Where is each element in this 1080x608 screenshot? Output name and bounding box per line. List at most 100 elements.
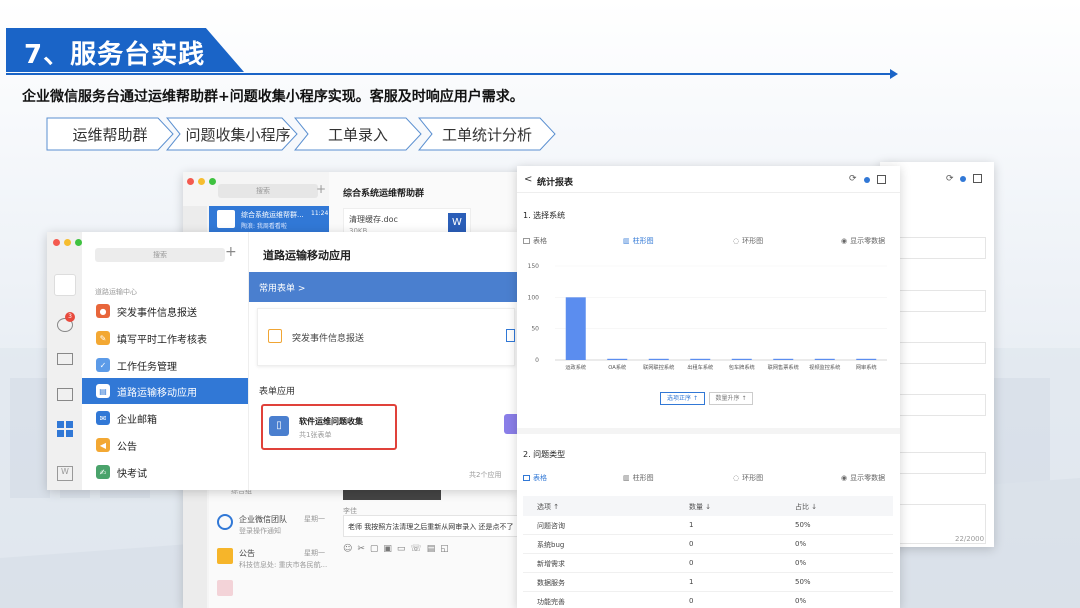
common-forms-link[interactable]: 常用表单 > <box>259 281 305 294</box>
menu-item-label: 企业邮箱 <box>117 414 157 426</box>
tab-bar-chart-2[interactable]: ▥ 柱形图 <box>623 473 654 483</box>
x-tick-label: 联网联控系统 <box>643 363 674 371</box>
chat-toolbar-icons[interactable]: ☺✂▢▣▭☏▤◱ <box>343 544 454 554</box>
list-item-preview: 科技信息处: 重庆市各民航... <box>239 561 328 569</box>
tab-table-1[interactable]: 表格 <box>523 236 547 246</box>
col-percent[interactable]: 占比 ↓ <box>795 502 817 512</box>
tab-show-zero-1[interactable]: ◉ 显示零数据 <box>841 236 885 246</box>
bar <box>856 358 877 360</box>
qr-icon[interactable] <box>973 174 982 183</box>
chat-list-lower: 综合组 企业微信团队 登录操作通知 星期一 公告 科技信息处: 重庆市各民航..… <box>209 484 329 608</box>
report-title: 统计报表 <box>537 178 574 188</box>
app-search-box[interactable]: 搜索 <box>95 248 225 262</box>
form-card[interactable]: 突发事件信息报送 <box>257 308 515 366</box>
app-search-placeholder: 搜索 <box>153 251 167 259</box>
col-option[interactable]: 选项 ↑ <box>537 502 559 512</box>
list-item-name: 企业微信团队 <box>239 515 287 524</box>
chat-search-placeholder: 搜索 <box>256 187 270 195</box>
step-1: 运维帮助群 <box>46 117 174 151</box>
add-plus-icon[interactable]: + <box>225 244 237 260</box>
x-tick-label: OA系统 <box>608 363 626 371</box>
app-header-band: 常用表单 > <box>249 272 518 302</box>
file-name: 清理缓存.doc <box>349 215 398 224</box>
cell-percent: 50% <box>795 521 811 529</box>
sort-count-button[interactable]: 数量升序 ↑ <box>709 392 753 405</box>
tab-donut-2[interactable]: ◌ 环形图 <box>733 473 763 483</box>
tab-bar-chart-1[interactable]: ▥ 柱形图 <box>623 236 654 246</box>
form-app-name: 软件运维问题收集 <box>299 417 363 426</box>
slide-subtitle: 企业微信服务台通过运维帮助群+问题收集小程序实现。客服及时响应用户需求。 <box>22 89 524 105</box>
table-header: 选项 ↑ 数量 ↓ 占比 ↓ <box>523 496 893 516</box>
tab-label: 环形图 <box>742 474 764 482</box>
col-count[interactable]: 数量 ↓ <box>689 502 711 512</box>
form-apps-label: 表单应用 <box>259 387 296 397</box>
user-avatar[interactable] <box>54 274 76 296</box>
form-field[interactable] <box>888 237 986 259</box>
next-app-card[interactable] <box>504 414 518 434</box>
chat-title: 综合系统运维帮助群 <box>343 189 425 199</box>
menu-item-label: 突发事件信息报送 <box>117 307 197 319</box>
tab-donut-1[interactable]: ◌ 环形图 <box>733 236 763 246</box>
table-row: 问题咨询 1 50% <box>523 516 893 535</box>
table-row: 系统bug 0 0% <box>523 535 893 554</box>
section-gap <box>517 428 900 434</box>
record-icon[interactable] <box>960 176 966 182</box>
active-chat-time: 11:24 <box>311 210 329 217</box>
back-button[interactable]: < <box>524 174 532 185</box>
bar <box>731 358 752 360</box>
cell-count: 1 <box>689 521 694 529</box>
window-controls <box>187 178 216 185</box>
wecom-team-icon <box>217 514 233 530</box>
section-label: 道路运输中心 <box>95 288 137 296</box>
cell-count: 0 <box>689 559 694 567</box>
list-item-time: 星期一 <box>304 549 325 557</box>
title-underline <box>6 73 896 75</box>
form-field[interactable] <box>888 290 986 312</box>
form-field[interactable] <box>888 452 986 474</box>
cell-option: 系统bug <box>537 541 565 549</box>
cell-count: 0 <box>689 540 694 548</box>
chat-search-box[interactable]: 搜索 <box>218 184 318 198</box>
workbench-icon[interactable] <box>57 421 73 437</box>
menu-item-road-transport-app[interactable]: ▤ 道路运输移动应用 <box>82 378 248 404</box>
table-row: 新增需求 0 0% <box>523 554 893 573</box>
active-chat-item[interactable]: 综合系统运维帮群... 11:24 陶浪: 我周看看啦 <box>209 206 329 232</box>
form-field[interactable] <box>888 342 986 364</box>
text-message: 老师 我按照方法清理之后重新从网审录入 还是点不了 <box>343 515 533 537</box>
title-arrow-icon <box>890 69 898 79</box>
tab-table-2[interactable]: 表格 <box>523 473 547 483</box>
tab-label: 表格 <box>533 237 547 245</box>
x-tick-label: 视频监控系统 <box>809 363 840 371</box>
form-share-icon[interactable] <box>506 329 515 342</box>
slide: 7、服务台实践 企业微信服务台通过运维帮助群+问题收集小程序实现。客服及时响应用… <box>0 0 1080 608</box>
menu-item-label: 工作任务管理 <box>117 361 177 373</box>
y-tick-label: 150 <box>528 263 540 270</box>
form-field[interactable] <box>888 394 986 416</box>
tab-show-zero-2[interactable]: ◉ 显示零数据 <box>841 473 885 483</box>
app-title: 道路运输移动应用 <box>263 249 351 262</box>
step-1-label: 运维帮助群 <box>72 125 148 144</box>
docs-icon[interactable]: W <box>57 466 73 481</box>
qr-icon[interactable] <box>877 175 886 184</box>
cell-count: 1 <box>689 578 694 586</box>
y-tick-label: 0 <box>535 357 539 364</box>
word-file-icon: W <box>448 213 466 233</box>
new-chat-plus-icon[interactable]: + <box>316 182 326 196</box>
record-icon[interactable] <box>864 177 870 183</box>
step-2: 问题收集小程序 <box>166 117 298 151</box>
form-card-icon <box>268 329 282 343</box>
calendar-icon[interactable] <box>57 388 73 401</box>
sort-option-button[interactable]: 选项正序 ↑ <box>660 392 705 405</box>
active-chat-preview: 陶浪: 我周看看啦 <box>241 223 287 230</box>
contacts-icon[interactable] <box>57 353 73 365</box>
textarea-field[interactable]: 22/2000 <box>888 504 986 544</box>
cell-option: 新增需求 <box>537 560 565 568</box>
table-row: 数据服务 1 50% <box>523 573 893 592</box>
section2-title: 2. 问题类型 <box>523 450 566 459</box>
bar <box>814 358 835 360</box>
list-item-preview: 登录操作通知 <box>239 527 281 535</box>
cell-option: 问题咨询 <box>537 522 565 530</box>
software-ops-form-card[interactable]: ▯ 软件运维问题收集 共1张表单 <box>261 404 397 450</box>
refresh-icon[interactable]: ⟳ <box>849 174 857 184</box>
refresh-icon[interactable]: ⟳ <box>946 174 954 184</box>
